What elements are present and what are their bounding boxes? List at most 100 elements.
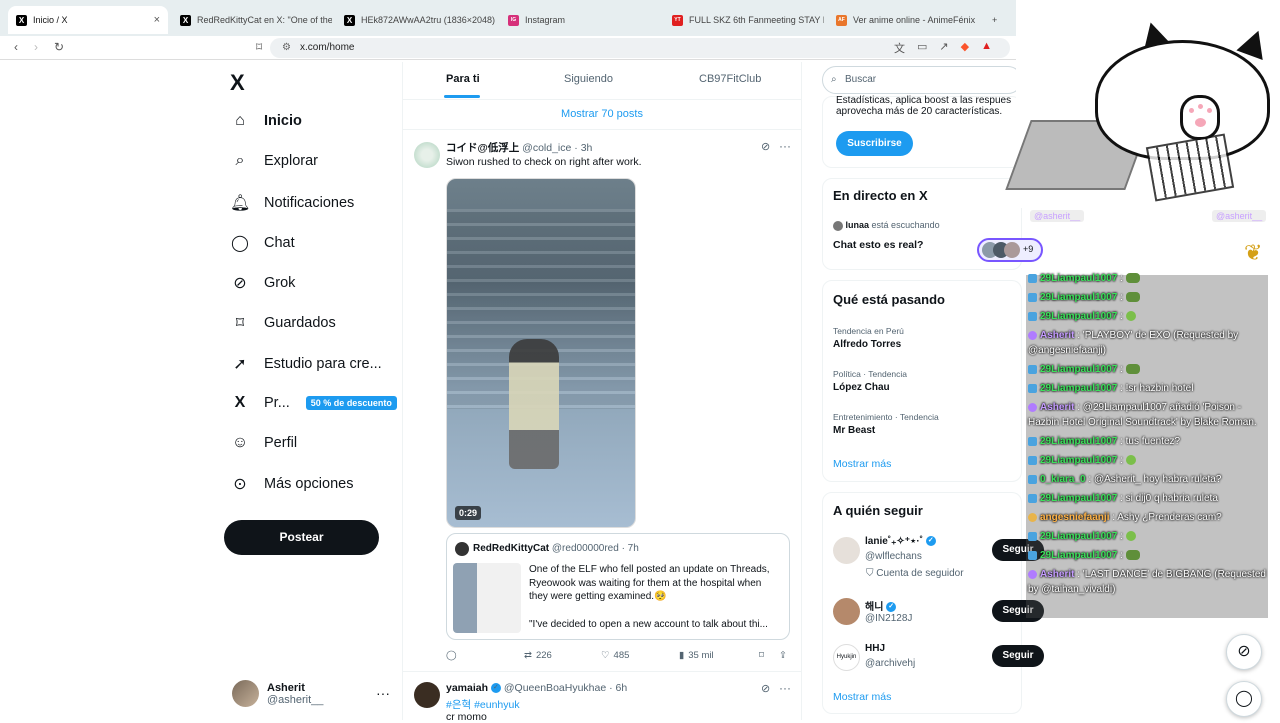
browser-actions: 文 ▭ ↗ ◆ ▲	[894, 40, 992, 56]
nav-label: Inicio	[264, 113, 302, 129]
account-more-icon[interactable]: ···	[376, 685, 390, 701]
avatar[interactable]: Hyukjin	[833, 644, 860, 671]
avatar[interactable]	[414, 682, 440, 708]
more-icon[interactable]: ···	[779, 681, 791, 695]
avatar[interactable]	[833, 598, 860, 625]
chat-badge-icon	[1028, 436, 1037, 446]
grok-float-button[interactable]: ⊘	[1226, 634, 1262, 670]
translate-icon[interactable]: 文	[894, 40, 905, 56]
nav-explore[interactable]: ⌕ Explorar	[230, 152, 318, 170]
show-more-trends[interactable]: Mostrar más	[833, 458, 891, 470]
tab-for-you[interactable]: Para ti	[446, 73, 480, 85]
chat-message: Asherit : 'LAST DANCE' de BIGBANG (Reque…	[1028, 567, 1268, 597]
like-button[interactable]: ♡ 485	[601, 650, 629, 661]
grok-icon[interactable]: ⊘	[761, 140, 770, 153]
nav-premium[interactable]: X Pr... 50 % de descuento	[230, 394, 397, 412]
trend-name[interactable]: Mr Beast	[833, 425, 875, 436]
account-switcher[interactable]: Asherit @asherit__	[232, 680, 323, 707]
nav-label: Notificaciones	[264, 195, 355, 211]
show-more-suggestions[interactable]: Mostrar más	[833, 691, 891, 703]
show-new-posts[interactable]: Mostrar 70 posts	[402, 100, 802, 130]
tab-label: Inicio / X	[33, 15, 68, 25]
tweet-video[interactable]	[446, 178, 636, 528]
subscribe-button[interactable]: Suscribirse	[836, 131, 913, 156]
search-input[interactable]: ⌕ Buscar	[822, 66, 1022, 94]
youtube-icon: YT	[672, 14, 683, 26]
tab-image[interactable]: X HEk872AWwAA2tru (1836×2048)	[336, 6, 496, 34]
follow-suggestion-name[interactable]: lanie˚₊✧⁺⋆·˚ ✓	[865, 536, 936, 547]
chat-badge-icon	[1028, 474, 1037, 484]
reply-button[interactable]: ◯	[446, 650, 461, 661]
nav-notifications[interactable]: 🔔︎ Notificaciones	[230, 193, 354, 213]
chat-message: 29Liampaul1007 : si dij0 q habria ruleta	[1028, 491, 1268, 506]
tab-label: HEk872AWwAA2tru (1836×2048)	[361, 15, 495, 25]
share-icon[interactable]: ↗	[939, 40, 948, 56]
verified-badge-icon: ✓	[490, 683, 501, 694]
nav-grok[interactable]: ⊘ Grok	[230, 273, 295, 293]
x-logo[interactable]: X	[230, 70, 245, 96]
chat-username: 29Liampaul1007	[1040, 311, 1118, 322]
brave-shield-icon[interactable]: ◆	[961, 40, 969, 56]
author-name[interactable]: yamaiah	[446, 682, 488, 694]
repost-button[interactable]: ⇄ 226	[524, 650, 552, 661]
tab-redredkittycat[interactable]: X RedRedKittyCat en X: "One of the ELF	[172, 6, 332, 34]
chat-badge-icon	[1028, 455, 1037, 465]
nav-label: Estudio para cre...	[264, 356, 382, 372]
forward-icon[interactable]: ›	[34, 40, 38, 54]
bookmark-icon[interactable]: ⌑	[759, 650, 764, 661]
avatar[interactable]	[833, 537, 860, 564]
bookmark-page-icon[interactable]: ⌑	[256, 40, 262, 54]
tweet-time[interactable]: · 6h	[609, 682, 627, 694]
nav-bookmarks[interactable]: ⌑ Guardados	[230, 313, 336, 333]
close-icon[interactable]: ×	[154, 14, 160, 26]
follow-suggestion-name[interactable]: 해니 ✓	[865, 598, 897, 613]
space-listeners[interactable]: +9	[977, 238, 1043, 262]
suggestion-name: lanie˚₊✧⁺⋆·˚	[865, 536, 923, 547]
nav-profile[interactable]: ☺ Perfil	[230, 434, 297, 452]
nav-home[interactable]: ⌂ Inicio	[230, 112, 302, 130]
trend-name[interactable]: Alfredo Torres	[833, 339, 901, 350]
tab-community[interactable]: CB97FitClub	[699, 73, 761, 85]
chat-text: : si dij0 q habria ruleta	[1117, 493, 1218, 504]
tweet-time[interactable]: · 3h	[574, 142, 592, 154]
avatar[interactable]	[414, 142, 440, 168]
nav-creator-studio[interactable]: ➚ Estudio para cre...	[230, 354, 382, 374]
reload-icon[interactable]: ↻	[54, 40, 64, 54]
author-name[interactable]: コイド@低浮上	[446, 142, 519, 154]
premium-text: aprovecha más de 20 características.	[836, 106, 1003, 117]
tab-inicio[interactable]: X Inicio / X ×	[8, 6, 168, 34]
share-icon[interactable]: ⇪	[779, 650, 787, 661]
grok-icon[interactable]: ⊘	[761, 682, 770, 695]
author-handle[interactable]: @QueenBoaHyukhae	[504, 682, 606, 694]
chat-username: 29Liampaul1007	[1040, 273, 1118, 284]
trend-name[interactable]: López Chau	[833, 382, 890, 393]
space-title[interactable]: Chat esto es real?	[833, 239, 923, 251]
chat-username: Asherit	[1040, 330, 1075, 341]
more-icon[interactable]: ···	[779, 139, 791, 153]
suggestion-name[interactable]: HHJ	[865, 643, 885, 654]
site-info-icon[interactable]: ⚙	[282, 38, 291, 58]
hashtags[interactable]: #은혁 #eunhyuk	[446, 697, 520, 712]
chat-text: :	[1117, 364, 1126, 375]
messages-float-button[interactable]: ◯	[1226, 681, 1262, 717]
views-button[interactable]: ▮ 35 mil	[679, 650, 714, 661]
brave-rewards-icon[interactable]: ▲	[981, 40, 992, 56]
tab-following[interactable]: Siguiendo	[564, 73, 613, 85]
nav-label: Perfil	[264, 435, 298, 451]
frog-emote-icon	[1125, 292, 1140, 303]
author-handle[interactable]: @cold_ice	[522, 142, 571, 154]
tab-animefenix[interactable]: AF Ver anime online - AnimeFénix	[828, 6, 988, 34]
cast-icon[interactable]: ▭	[917, 40, 927, 56]
trend-category: Tendencia en Perú	[833, 326, 904, 336]
post-button[interactable]: Postear	[224, 520, 379, 555]
nav-chat[interactable]: ◯ Chat	[230, 233, 295, 253]
new-tab-button[interactable]: +	[992, 6, 1012, 34]
back-icon[interactable]: ‹	[14, 40, 18, 54]
address-bar: ‹ › ↻ ⌑ ⚙ x.com/home 文 ▭ ↗ ◆ ▲	[0, 36, 1016, 60]
tab-youtube[interactable]: YT FULL SKZ 6th Fanmeeting STAY In Cu	[664, 6, 824, 34]
listener-count: +9	[1023, 244, 1034, 254]
follow-button[interactable]: Seguir	[992, 645, 1044, 667]
tab-instagram[interactable]: IG Instagram	[500, 6, 660, 34]
nav-more[interactable]: ⊙ Más opciones	[230, 474, 353, 494]
pepe-emote-icon	[1125, 531, 1136, 542]
